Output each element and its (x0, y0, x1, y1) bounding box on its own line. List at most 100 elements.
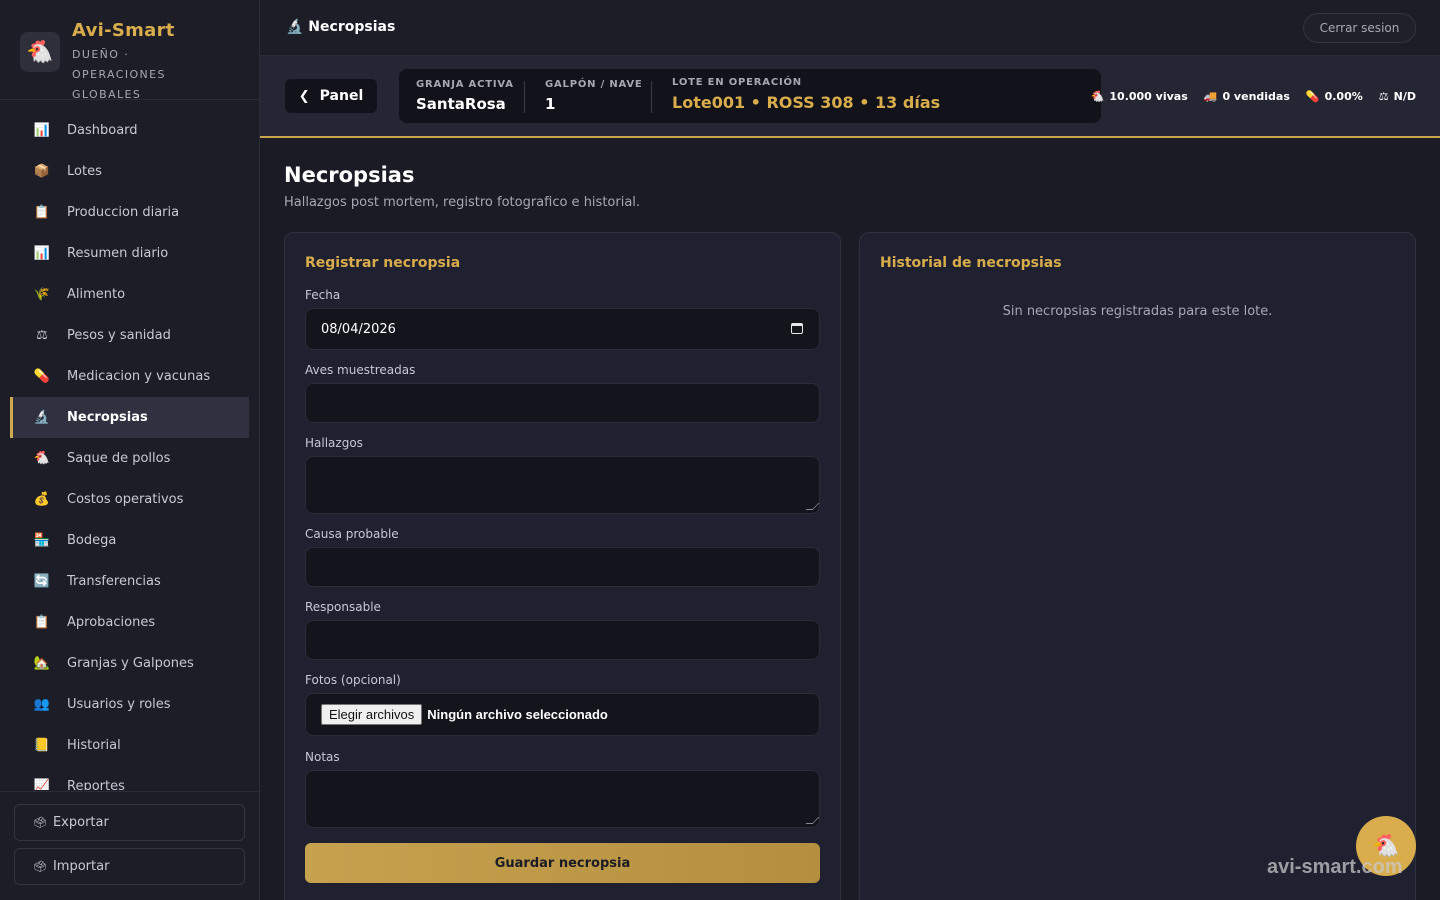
historial-icon: 📒 (33, 738, 51, 753)
sidebar-item-saque-de-pollos[interactable]: 🐔 Saque de pollos (10, 438, 249, 479)
import-button[interactable]: 🗳 Importar (14, 848, 245, 885)
save-necropsy-button[interactable]: Guardar necropsia (305, 843, 820, 883)
sidebar-item-label: Necropsias (67, 410, 148, 425)
choose-files-button[interactable]: Elegir archivos (321, 704, 423, 725)
sidebar-item-label: Lotes (67, 164, 102, 179)
sidebar-item-label: Transferencias (67, 574, 161, 589)
photos-label: Fotos (opcional) (305, 673, 401, 687)
weight-icon: ⚖ (1378, 90, 1389, 103)
findings-label: Hallazgos (305, 436, 363, 450)
sidebar-item-transferencias[interactable]: 🔄 Transferencias (10, 561, 249, 602)
form-title: Registrar necropsia (305, 255, 461, 271)
sidebar-item-label: Granjas y Galpones (67, 656, 194, 671)
house-value: 1 (545, 95, 556, 113)
sidebar-item-necropsias[interactable]: 🔬 Necropsias (10, 397, 249, 438)
brand-logo-icon: 🐔 (20, 32, 60, 72)
divider (524, 81, 525, 113)
necropsias-icon: 🔬 (33, 410, 51, 425)
findings-textarea[interactable] (305, 456, 820, 514)
sidebar-item-bodega[interactable]: 🏪 Bodega (10, 520, 249, 561)
stat-alive-birds: 🐔 10.000 vivas (1091, 90, 1188, 103)
calendar-icon[interactable] (791, 323, 803, 334)
cause-input[interactable] (305, 547, 820, 587)
sidebar-item-aprobaciones[interactable]: 📋 Aprobaciones (10, 602, 249, 643)
alive-birds-icon: 🐔 (1090, 90, 1105, 103)
brand-name: Avi-Smart (72, 20, 175, 41)
sidebar-item-reportes[interactable]: 📈 Reportes (10, 766, 249, 790)
divider (651, 81, 652, 113)
sidebar-item-lotes[interactable]: 📦 Lotes (10, 151, 249, 192)
date-input[interactable]: 08/04/2026 (305, 308, 820, 350)
sidebar-item-label: Aprobaciones (67, 615, 156, 630)
brand-role: DUEÑO · OPERACIONES GLOBALES (72, 48, 166, 101)
mortality-value: 0.00% (1324, 90, 1363, 103)
sidebar-item-label: Resumen diario (67, 246, 169, 261)
resize-handle-icon[interactable] (805, 817, 820, 824)
date-label: Fecha (305, 288, 341, 302)
sidebar-item-granjas-y-galpones[interactable]: 🏡 Granjas y Galpones (10, 643, 249, 684)
sidebar-item-label: Saque de pollos (67, 451, 171, 466)
granjas-y-galpones-icon: 🏡 (33, 656, 51, 671)
date-value: 08/04/2026 (321, 321, 396, 337)
dashboard-icon: 📊 (33, 123, 51, 138)
sidebar: 🐔 Avi-Smart DUEÑO · OPERACIONES GLOBALES… (0, 0, 260, 900)
notes-textarea[interactable] (305, 770, 820, 828)
topbar-title: 🔬 Necropsias (286, 19, 396, 35)
lot-info: LOTE EN OPERACIÓN Lote001 • ROSS 308 • 1… (672, 77, 940, 112)
produccion-diaria-icon: 📋 (33, 205, 51, 220)
stat-sold-birds: 🚚 0 vendidas (1204, 90, 1290, 103)
watermark: avi-smart.com (1267, 856, 1403, 878)
panel-back-button[interactable]: ❮ Panel (285, 79, 377, 113)
history-empty-message: Sin necropsias registradas para este lot… (1002, 304, 1273, 319)
import-label: Importar (52, 859, 110, 874)
page-title: Necropsias (284, 163, 415, 187)
sidebar-item-dashboard[interactable]: 📊 Dashboard (10, 110, 249, 151)
sidebar-item-medicacion-y-vacunas[interactable]: 💊 Medicacion y vacunas (10, 356, 249, 397)
sold-birds-value: 0 vendidas (1222, 90, 1290, 103)
house-label: GALPÓN / NAVE (545, 79, 643, 90)
sidebar-item-costos-operativos[interactable]: 💰 Costos operativos (10, 479, 249, 520)
resumen-diario-icon: 📊 (33, 246, 51, 261)
reportes-icon: 📈 (33, 779, 51, 790)
medicacion-y-vacunas-icon: 💊 (33, 369, 51, 384)
lot-label: LOTE EN OPERACIÓN (672, 77, 802, 88)
sidebar-item-pesos-y-sanidad[interactable]: ⚖ Pesos y sanidad (10, 315, 249, 356)
sold-birds-icon: 🚚 (1203, 90, 1218, 103)
necropsy-form-card: Registrar necropsia Fecha 08/04/2026 Ave… (284, 232, 841, 900)
sidebar-item-alimento[interactable]: 🌾 Alimento (10, 274, 249, 315)
context-bar: ❮ Panel GRANJA ACTIVA SantaRosa GALPÓN /… (260, 56, 1440, 138)
necropsy-history-card: Historial de necropsias Sin necropsias r… (859, 232, 1416, 900)
panel-label: Panel (319, 88, 364, 104)
sidebar-item-label: Pesos y sanidad (67, 328, 171, 343)
weight-value: N/D (1393, 90, 1416, 103)
sidebar-item-usuarios-y-roles[interactable]: 👥 Usuarios y roles (10, 684, 249, 725)
alive-birds-value: 10.000 vivas (1109, 90, 1188, 103)
lot-stats: 🐔 10.000 vivas 🚚 0 vendidas 💊 0.00% ⚖ N/D (1075, 90, 1416, 103)
house-info: GALPÓN / NAVE 1 (545, 79, 643, 113)
sidebar-item-label: Bodega (67, 533, 117, 548)
photos-file-input[interactable]: Elegir archivos Ningún archivo seleccion… (305, 693, 820, 736)
export-icon: 🗳 (33, 816, 47, 829)
farm-info: GRANJA ACTIVA SantaRosa (416, 79, 514, 113)
context-card: GRANJA ACTIVA SantaRosa GALPÓN / NAVE 1 … (399, 69, 1101, 123)
sidebar-item-resumen-diario[interactable]: 📊 Resumen diario (10, 233, 249, 274)
export-button[interactable]: 🗳 Exportar (14, 804, 245, 841)
responsible-label: Responsable (305, 600, 381, 614)
sidebar-item-label: Reportes (67, 779, 125, 790)
sidebar-item-label: Alimento (67, 287, 126, 302)
sidebar-item-produccion-diaria[interactable]: 📋 Produccion diaria (10, 192, 249, 233)
lot-value: Lote001 • ROSS 308 • 13 días (672, 93, 941, 112)
mortality-icon: 💊 (1305, 90, 1320, 103)
farm-label: GRANJA ACTIVA (416, 79, 514, 90)
sidebar-item-historial[interactable]: 📒 Historial (10, 725, 249, 766)
alimento-icon: 🌾 (33, 287, 51, 302)
resize-handle-icon[interactable] (805, 503, 820, 510)
birds-sampled-input[interactable] (305, 383, 820, 423)
sidebar-item-label: Produccion diaria (67, 205, 180, 220)
notes-label: Notas (305, 750, 340, 764)
aprobaciones-icon: 📋 (33, 615, 51, 630)
sidebar-nav: 📊 Dashboard 📦 Lotes 📋 Produccion diaria 📊 Resum… (10, 110, 249, 790)
stat-mortality: 💊 0.00% (1306, 90, 1363, 103)
logout-button[interactable]: Cerrar sesion (1303, 13, 1416, 43)
responsible-input[interactable] (305, 620, 820, 660)
